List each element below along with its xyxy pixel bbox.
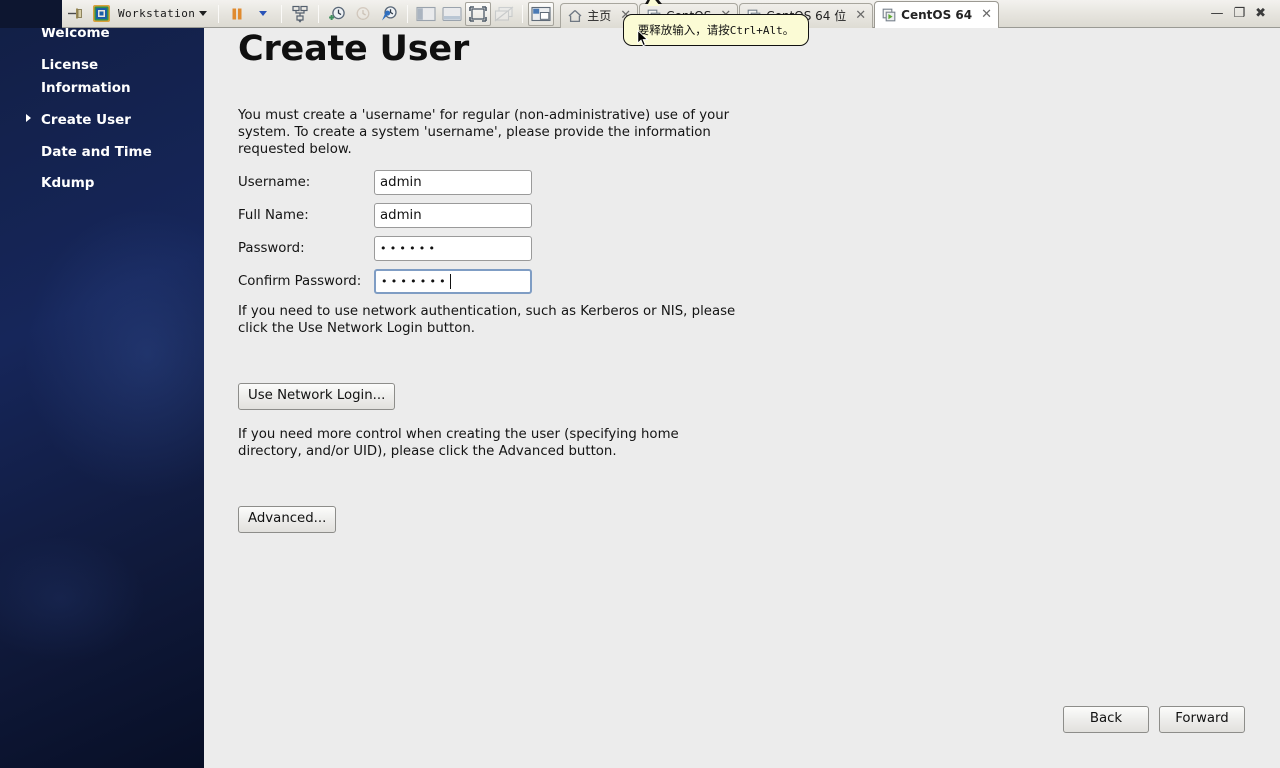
firstboot-sidebar: Welcome License Information Create User … <box>0 28 204 768</box>
titlebar-left-gap <box>0 0 62 28</box>
tab-label: 主页 <box>587 9 612 23</box>
password-input[interactable]: •••••• <box>374 236 532 261</box>
confirm-password-row: Confirm Password: ••••••• <box>238 265 532 298</box>
power-dropdown-icon[interactable] <box>250 2 276 26</box>
manage-snapshots-glyph <box>292 5 308 23</box>
confirm-password-masked-value: ••••••• <box>381 275 449 288</box>
pin-icon[interactable] <box>62 2 88 26</box>
tab-close-icon[interactable]: ✕ <box>855 9 866 22</box>
restore-button[interactable]: ❐ <box>1233 6 1245 21</box>
confirm-password-label: Confirm Password: <box>238 274 362 289</box>
password-label: Password: <box>238 241 305 256</box>
sidebar-step-list: Welcome License Information Create User … <box>0 28 204 204</box>
unity-mode-icon <box>491 2 517 26</box>
sidebar-item-label: License Information <box>41 56 131 97</box>
tooltip-text-prefix: 要释放输入，请按 <box>637 23 730 37</box>
chevron-down-blue-icon <box>259 11 268 16</box>
mouse-cursor-icon <box>637 30 649 47</box>
home-icon <box>568 9 582 22</box>
take-snapshot-icon[interactable] <box>324 2 350 26</box>
vmware-logo-icon <box>88 2 114 26</box>
fullname-label: Full Name: <box>238 208 309 223</box>
tab-close-icon[interactable]: ✕ <box>981 8 992 21</box>
console-view-icon[interactable] <box>528 1 555 26</box>
sidebar-item-date-and-time[interactable]: Date and Time <box>0 141 204 173</box>
guest-screen[interactable]: Welcome License Information Create User … <box>0 28 1280 768</box>
unity-mode-glyph <box>494 6 514 21</box>
minimize-button[interactable]: — <box>1210 6 1223 21</box>
text-caret <box>449 274 451 289</box>
show-library-glyph <box>416 6 436 21</box>
sidebar-item-label: Date and Time <box>41 143 152 160</box>
manage-snapshots-icon[interactable] <box>287 2 313 26</box>
username-row: Username: admin <box>238 166 532 199</box>
confirm-password-input[interactable]: ••••••• <box>374 269 532 294</box>
snapshot-manager-glyph <box>382 5 397 20</box>
app-menu-label[interactable]: Workstation <box>118 7 195 20</box>
tooltip-text-suffix: 。 <box>782 23 795 37</box>
revert-snapshot-icon <box>350 2 376 26</box>
show-thumbnails-glyph <box>442 6 462 21</box>
advanced-button[interactable]: Advanced... <box>238 506 337 533</box>
back-button[interactable]: Back <box>1063 706 1149 733</box>
create-user-form: Username: admin Full Name: admin Passwor… <box>238 166 532 298</box>
pause-icon[interactable] <box>224 2 250 26</box>
username-input[interactable]: admin <box>374 170 532 195</box>
pause-icon-glyph <box>232 8 242 19</box>
toolbar-separator <box>522 4 524 23</box>
tab-centos-64[interactable]: CentOS 64 ✕ <box>874 0 1000 28</box>
revert-snapshot-glyph <box>356 6 370 20</box>
take-snapshot-glyph <box>329 6 345 20</box>
toolbar-separator <box>318 4 320 23</box>
sidebar-item-label: Create User <box>41 111 131 128</box>
show-library-icon[interactable] <box>413 2 439 26</box>
vmware-workstation-window: Workstation 主页 64 位 ✕ CentOS 64 ✕ — ❐ ✖ … <box>0 0 1280 768</box>
vmware-logo-glyph <box>92 5 110 22</box>
page-title: Create User <box>238 29 470 69</box>
password-row: Password: •••••• <box>238 232 532 265</box>
sidebar-item-kdump[interactable]: Kdump <box>0 172 204 204</box>
create-user-pane: Create User You must create a 'username'… <box>204 28 1280 768</box>
fullscreen-glyph <box>469 5 488 22</box>
network-auth-paragraph: If you need to use network authenticatio… <box>238 304 736 336</box>
sidebar-item-label: Welcome <box>41 28 110 41</box>
tooltip-shortcut-keys: Ctrl+Alt <box>729 23 783 37</box>
vm-running-icon <box>882 8 896 21</box>
show-thumbnails-icon[interactable] <box>439 2 465 26</box>
fullname-value: admin <box>380 208 422 223</box>
sidebar-item-welcome[interactable]: Welcome <box>0 28 204 54</box>
use-network-login-button[interactable]: Use Network Login... <box>238 383 396 410</box>
chevron-down-icon[interactable] <box>199 11 208 16</box>
release-input-tooltip: 要释放输入，请按 Ctrl+Alt。 <box>623 0 809 46</box>
fullscreen-icon[interactable] <box>465 1 492 26</box>
fullname-input[interactable]: admin <box>374 203 532 228</box>
toolbar-separator <box>407 4 409 23</box>
intro-paragraph: You must create a 'username' for regular… <box>238 108 730 157</box>
forward-button[interactable]: Forward <box>1159 706 1245 733</box>
toolbar-separator <box>218 4 220 23</box>
window-controls: — ❐ ✖ <box>1200 6 1280 21</box>
sidebar-item-label: Kdump <box>41 175 95 192</box>
toolbar-separator <box>281 4 283 23</box>
snapshot-manager-icon[interactable] <box>376 2 402 26</box>
sidebar-item-license-information[interactable]: License Information <box>0 54 150 109</box>
username-label: Username: <box>238 175 311 190</box>
password-masked-value: •••••• <box>380 242 439 255</box>
close-button[interactable]: ✖ <box>1255 6 1266 21</box>
pin-icon-glyph <box>67 8 82 19</box>
tab-label: CentOS 64 <box>901 7 973 22</box>
fullname-row: Full Name: admin <box>238 199 532 232</box>
advanced-paragraph: If you need more control when creating t… <box>238 427 679 459</box>
console-view-glyph <box>531 6 551 21</box>
username-value: admin <box>380 175 422 190</box>
current-step-arrow-icon <box>26 113 31 122</box>
sidebar-item-create-user[interactable]: Create User <box>0 109 204 141</box>
